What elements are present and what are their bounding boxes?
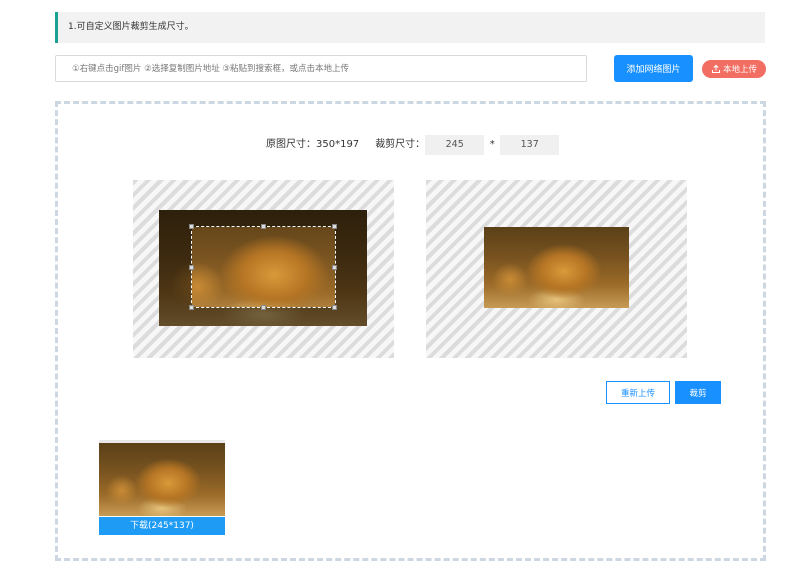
crop-size-label: 裁剪尺寸： bbox=[375, 139, 426, 150]
crop-handle-bottom[interactable] bbox=[261, 305, 266, 310]
crop-preview-panel bbox=[426, 180, 687, 358]
crop-selection-box[interactable] bbox=[191, 226, 336, 308]
result-thumbnail bbox=[99, 440, 225, 516]
local-upload-button[interactable]: 本地上传 bbox=[702, 60, 766, 78]
reupload-button[interactable]: 重新上传 bbox=[606, 381, 670, 404]
original-size-label: 原图尺寸：350*197 bbox=[266, 139, 360, 150]
image-url-input[interactable] bbox=[55, 55, 587, 82]
crop-handle-top-left[interactable] bbox=[189, 224, 194, 229]
upload-icon bbox=[711, 64, 721, 74]
crop-handle-top[interactable] bbox=[261, 224, 266, 229]
crop-handle-left[interactable] bbox=[189, 265, 194, 270]
preview-image bbox=[484, 227, 629, 308]
crop-handle-bottom-right[interactable] bbox=[332, 305, 337, 310]
download-button[interactable]: 下载(245*137) bbox=[99, 517, 225, 535]
crop-editor-panel bbox=[133, 180, 394, 358]
crop-handle-top-right[interactable] bbox=[332, 224, 337, 229]
crop-button[interactable]: 裁剪 bbox=[675, 381, 721, 404]
crop-width-field[interactable]: 245 bbox=[425, 135, 485, 155]
size-separator: * bbox=[489, 139, 495, 150]
crop-handle-bottom-left[interactable] bbox=[189, 305, 194, 310]
notice-text: 1.可自定义图片裁剪生成尺寸。 bbox=[68, 22, 194, 32]
notice-banner: 1.可自定义图片裁剪生成尺寸。 bbox=[55, 12, 765, 43]
crop-height-field[interactable]: 137 bbox=[500, 135, 560, 155]
crop-handle-right[interactable] bbox=[332, 265, 337, 270]
add-network-image-button[interactable]: 添加网络图片 bbox=[614, 55, 693, 82]
local-upload-label: 本地上传 bbox=[722, 64, 757, 74]
crop-selection-image bbox=[192, 227, 335, 307]
size-info-row: 原图尺寸：350*197 裁剪尺寸： 245 * 137 bbox=[266, 135, 560, 155]
result-image bbox=[99, 443, 225, 516]
